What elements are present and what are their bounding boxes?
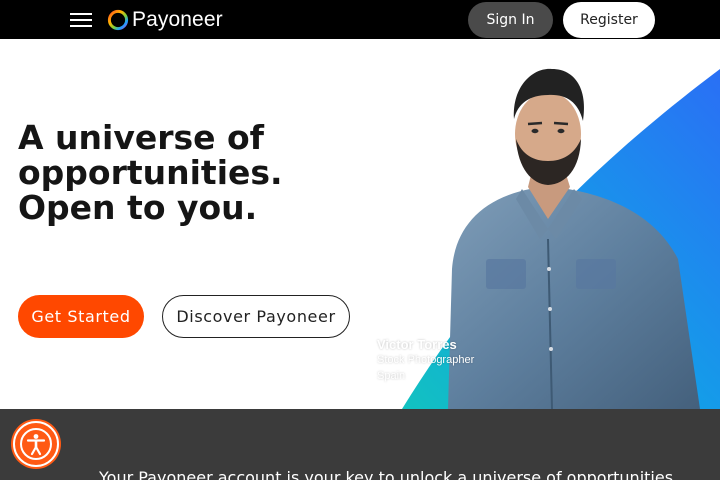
sign-in-button[interactable]: Sign In [468, 2, 553, 38]
top-navigation-bar: Payoneer Sign In Register [0, 0, 720, 39]
get-started-button[interactable]: Get Started [18, 295, 144, 338]
logo-wordmark: Payoneer [132, 8, 223, 31]
register-button[interactable]: Register [563, 2, 655, 38]
hero-section: A universe of opportunities. Open to you… [0, 39, 720, 409]
hero-headline: A universe of opportunities. Open to you… [18, 120, 348, 225]
payoneer-ring-logo-icon [107, 9, 129, 31]
intro-tagline: Your Payoneer account is your key to unl… [99, 468, 679, 480]
caption-role: Stock Photographer [377, 354, 475, 366]
payoneer-logo[interactable]: Payoneer [107, 8, 223, 32]
headline-line-3: Open to you. [18, 188, 258, 227]
caption-name: Victor Torres [377, 337, 457, 352]
headline-line-1: A universe of [18, 118, 265, 157]
intro-section: Your Payoneer account is your key to unl… [0, 409, 720, 480]
hamburger-menu-icon[interactable] [70, 12, 92, 28]
discover-payoneer-button[interactable]: Discover Payoneer [162, 295, 350, 338]
accessibility-person-icon [20, 428, 52, 460]
headline-line-2: opportunities. [18, 153, 283, 192]
caption-location: Spain [377, 370, 406, 382]
accessibility-button[interactable] [13, 421, 59, 467]
photo-caption: Victor Torres Stock Photographer Spain [377, 337, 474, 384]
